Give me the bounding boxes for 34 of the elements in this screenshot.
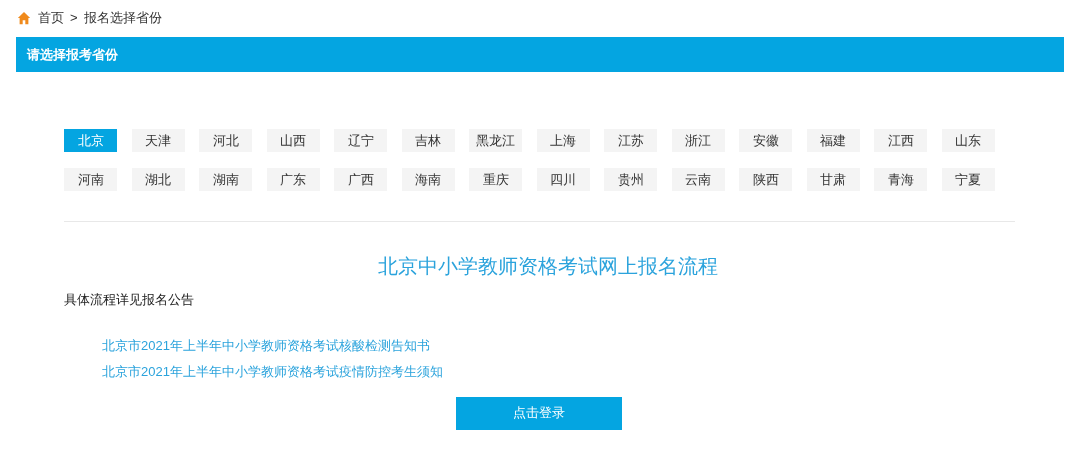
province-button[interactable]: 宁夏: [941, 168, 995, 191]
province-button[interactable]: 陕西: [739, 168, 792, 191]
note-text: 具体流程详见报名公告: [64, 291, 195, 309]
province-button[interactable]: 甘肃: [806, 168, 860, 191]
breadcrumb-separator: >: [70, 9, 78, 28]
province-button[interactable]: 辽宁: [334, 129, 387, 152]
province-button[interactable]: 上海: [536, 129, 590, 152]
province-button[interactable]: 江西: [874, 129, 927, 152]
province-button[interactable]: 山西: [266, 129, 320, 152]
province-button[interactable]: 重庆: [469, 168, 522, 191]
province-button[interactable]: 浙江: [671, 129, 725, 152]
breadcrumb-link[interactable]: 报名选择省份: [83, 8, 162, 28]
breadcrumb-link[interactable]: 首页: [38, 8, 64, 28]
province-button[interactable]: 河北: [199, 129, 252, 152]
province-button[interactable]: 黑龙江: [469, 129, 522, 152]
province-button[interactable]: 云南: [671, 168, 725, 191]
province-button[interactable]: 贵州: [604, 168, 657, 191]
province-button[interactable]: 广西: [334, 168, 387, 191]
province-button[interactable]: 福建: [806, 129, 860, 152]
province-button[interactable]: 天津: [131, 129, 185, 152]
province-button[interactable]: 江苏: [604, 129, 657, 152]
province-button[interactable]: 海南: [401, 168, 455, 191]
province-button[interactable]: 广东: [266, 168, 320, 191]
province-button[interactable]: 湖北: [131, 168, 185, 191]
content-title: 北京中小学教师资格考试网上报名流程: [377, 254, 719, 279]
province-button[interactable]: 山东: [941, 129, 995, 152]
home-icon: [16, 11, 32, 25]
province-button[interactable]: 安徽: [739, 129, 792, 152]
province-button[interactable]: 吉林: [401, 129, 455, 152]
province-button[interactable]: 河南: [64, 168, 117, 191]
province-button[interactable]: 四川: [536, 168, 590, 191]
province-button[interactable]: 湖南: [199, 168, 252, 191]
province-button[interactable]: 青海: [874, 168, 927, 191]
header-title: 请选择报考省份: [27, 45, 118, 64]
